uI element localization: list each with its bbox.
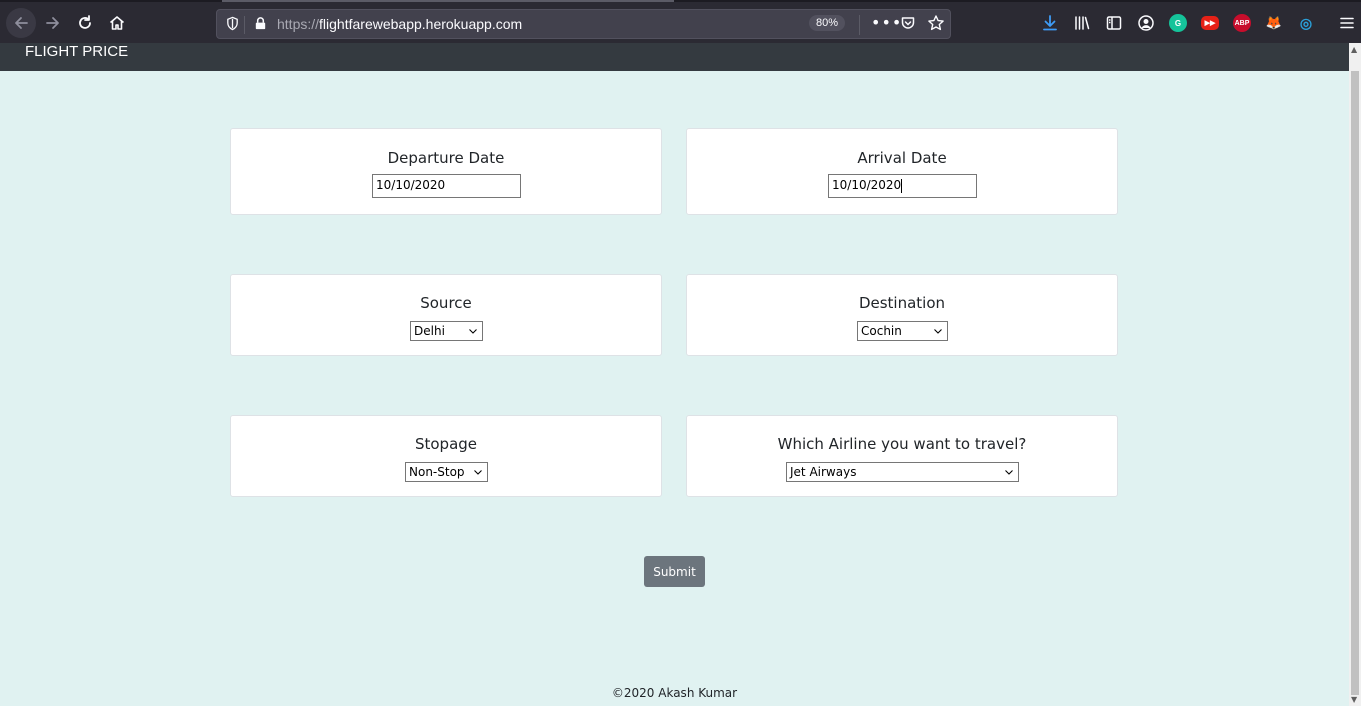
- source-card: Source Delhi: [230, 274, 662, 356]
- source-selected-value: Delhi: [414, 324, 445, 338]
- adblock-plus-icon[interactable]: ABP: [1233, 14, 1251, 32]
- reload-icon: [79, 15, 91, 29]
- scroll-down-arrow-icon[interactable]: ▼: [1351, 695, 1357, 704]
- airline-selected-value: Jet Airways: [790, 465, 857, 479]
- sidebar-icon[interactable]: [1105, 14, 1123, 32]
- reload-button[interactable]: [72, 10, 98, 36]
- lock-icon[interactable]: [253, 16, 268, 35]
- address-bar[interactable]: https://flightfarewebapp.herokuapp.com 8…: [216, 9, 951, 39]
- scrollbar-thumb[interactable]: [1351, 71, 1359, 695]
- back-button[interactable]: [6, 8, 36, 38]
- airline-select[interactable]: Jet Airways: [786, 462, 1019, 482]
- destination-selected-value: Cochin: [861, 324, 902, 338]
- chevron-down-icon: [469, 329, 477, 334]
- address-divider: [244, 16, 245, 34]
- departure-date-card: Departure Date 10/10/2020: [230, 128, 662, 215]
- stopage-select[interactable]: Non-Stop: [405, 462, 488, 482]
- url-host: flightfarewebapp.herokuapp.com: [319, 16, 523, 32]
- footer-copyright: ©2020 Akash Kumar: [611, 686, 738, 700]
- brand-title[interactable]: FLIGHT PRICE: [25, 43, 128, 60]
- destination-select[interactable]: Cochin: [857, 321, 948, 341]
- page-actions-menu-icon[interactable]: •••: [871, 13, 902, 32]
- stopage-card: Stopage Non-Stop: [230, 415, 662, 497]
- browser-toolbar: https://flightfarewebapp.herokuapp.com 8…: [0, 0, 1361, 43]
- pocket-icon[interactable]: [900, 15, 916, 35]
- arrival-date-input[interactable]: 10/10/2020: [828, 174, 977, 198]
- destination-card: Destination Cochin: [686, 274, 1118, 356]
- stopage-label: Stopage: [414, 435, 478, 453]
- extension-circle-icon[interactable]: ◎: [1297, 14, 1315, 32]
- forward-button[interactable]: [40, 10, 66, 36]
- source-select[interactable]: Delhi: [410, 321, 483, 341]
- url-text[interactable]: https://flightfarewebapp.herokuapp.com: [277, 16, 522, 32]
- zoom-badge[interactable]: 80%: [809, 15, 846, 31]
- site-navbar: FLIGHT PRICE: [0, 43, 1349, 71]
- url-scheme: https://: [277, 16, 320, 32]
- home-button[interactable]: [104, 10, 130, 36]
- arrival-date-value: 10/10/2020: [832, 178, 902, 192]
- youtube-extension-icon[interactable]: ▶▶: [1201, 16, 1219, 30]
- submit-button[interactable]: Submit: [644, 556, 705, 587]
- chevron-down-icon: [1005, 470, 1013, 475]
- source-label: Source: [420, 294, 472, 312]
- downloads-icon[interactable]: [1041, 14, 1059, 32]
- chevron-down-icon: [934, 329, 942, 334]
- arrow-left-icon: [15, 17, 28, 29]
- arrival-date-label: Arrival Date: [857, 149, 947, 167]
- departure-date-input[interactable]: 10/10/2020: [372, 174, 521, 198]
- page-scrollbar[interactable]: ▲ ▼: [1349, 43, 1361, 706]
- library-icon[interactable]: [1073, 14, 1091, 32]
- chevron-down-icon: [474, 470, 482, 475]
- arrow-right-icon: [46, 17, 59, 29]
- home-icon: [109, 16, 125, 30]
- bookmark-star-icon[interactable]: [927, 14, 945, 36]
- airline-label: Which Airline you want to travel?: [777, 435, 1027, 453]
- arrival-date-card: Arrival Date 10/10/2020: [686, 128, 1118, 215]
- metamask-fox-icon[interactable]: 🦊: [1265, 14, 1283, 32]
- address-divider: [859, 15, 860, 35]
- destination-label: Destination: [858, 294, 946, 312]
- hamburger-menu-icon[interactable]: [1338, 14, 1356, 32]
- departure-date-label: Departure Date: [387, 149, 505, 167]
- shield-icon[interactable]: [225, 16, 240, 35]
- grammarly-icon[interactable]: G: [1169, 14, 1187, 32]
- active-tab-indicator: [222, 0, 674, 2]
- scroll-up-arrow-icon[interactable]: ▲: [1351, 45, 1357, 54]
- account-icon[interactable]: [1137, 14, 1155, 32]
- stopage-selected-value: Non-Stop: [409, 465, 465, 479]
- text-cursor: [901, 178, 903, 193]
- airline-card: Which Airline you want to travel? Jet Ai…: [686, 415, 1118, 497]
